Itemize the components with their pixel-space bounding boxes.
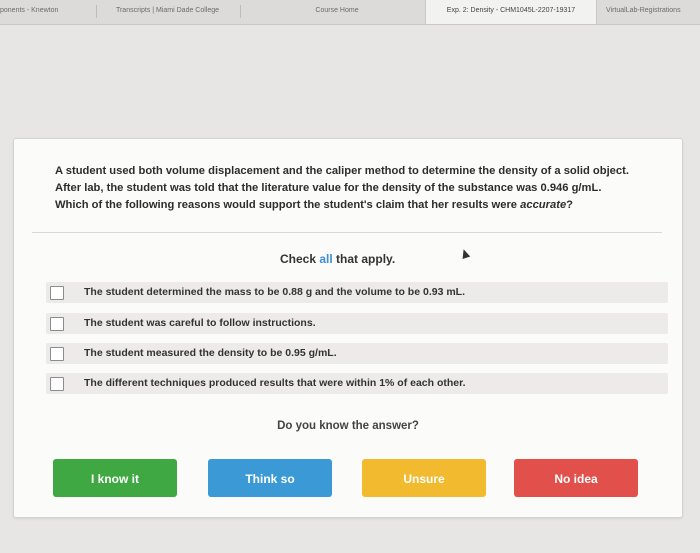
unsure-button[interactable]: Unsure — [362, 459, 486, 497]
question-line-2: After lab, the student was told that the… — [55, 182, 602, 194]
option-label: The student determined the mass to be 0.… — [84, 286, 465, 298]
checkbox[interactable] — [50, 347, 64, 361]
tab-exp-density[interactable]: Exp. 2: Density - CHM1045L-2207-19317 — [425, 0, 597, 24]
option-4[interactable]: The different techniques produced result… — [46, 373, 668, 394]
question-line-1: A student used both volume displacement … — [55, 165, 629, 177]
tab-virtuallab[interactable]: VirtualLab-Registrations — [606, 0, 700, 24]
option-label: The student measured the density to be 0… — [84, 347, 337, 359]
no-idea-button[interactable]: No idea — [514, 459, 638, 497]
option-1[interactable]: The student determined the mass to be 0.… — [46, 282, 668, 303]
option-label: The student was careful to follow instru… — [84, 317, 316, 329]
checkbox[interactable] — [50, 317, 64, 331]
question-line-3-text: Which of the following reasons would sup… — [55, 199, 521, 211]
question-line-3: Which of the following reasons would sup… — [55, 197, 665, 214]
checkbox[interactable] — [50, 377, 64, 391]
instruction-all: all — [319, 252, 333, 266]
mouse-cursor-icon — [459, 247, 471, 260]
tab-course-home[interactable]: Course Home — [262, 0, 412, 24]
think-so-button[interactable]: Think so — [208, 459, 332, 497]
instruction-prefix: Check — [280, 252, 320, 266]
confidence-prompt: Do you know the answer? — [277, 420, 419, 432]
i-know-it-button[interactable]: I know it — [53, 459, 177, 497]
option-label: The different techniques produced result… — [84, 377, 466, 389]
instruction-suffix: that apply. — [332, 252, 396, 266]
browser-tab-bar: ponents - Knewton Transcripts | Miami Da… — [0, 0, 700, 25]
question-card: A student used both volume displacement … — [13, 138, 683, 518]
question-mark: ? — [566, 199, 574, 211]
check-all-instruction: Check all that apply. — [280, 252, 395, 266]
accurate-emphasis: accurate — [520, 199, 567, 211]
checkbox[interactable] — [50, 286, 64, 300]
tab-separator — [240, 5, 241, 18]
question-text: A student used both volume displacement … — [55, 163, 665, 214]
option-3[interactable]: The student measured the density to be 0… — [46, 343, 668, 364]
tab-transcripts[interactable]: Transcripts | Miami Dade College — [100, 0, 235, 24]
divider — [32, 232, 662, 233]
option-2[interactable]: The student was careful to follow instru… — [46, 313, 668, 334]
tab-separator — [96, 5, 97, 18]
tab-knewton[interactable]: ponents - Knewton — [0, 0, 92, 24]
